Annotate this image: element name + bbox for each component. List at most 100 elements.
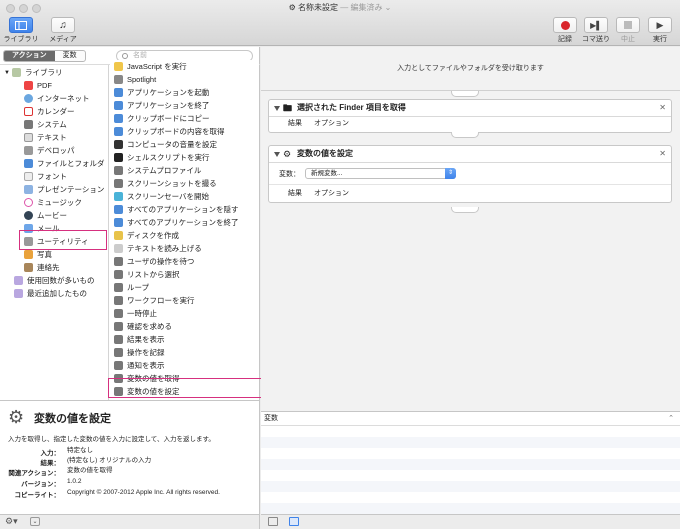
pdf-icon [24, 81, 33, 90]
tab-variables[interactable]: 変数 [55, 51, 85, 61]
library-segmented-control: アクション 変数 [3, 50, 86, 62]
record-icon [560, 20, 570, 30]
category-files-folders[interactable]: ファイルとフォルダ [24, 157, 105, 170]
list-item [261, 437, 680, 448]
action-card-get-finder-items[interactable]: 🖿 選択された Finder 項目を取得 ✕ 結果 オプション [268, 99, 672, 133]
action-item[interactable]: シェルスクリプトを実行 [114, 151, 210, 164]
tools-icon [24, 146, 33, 155]
collapse-triangle-icon[interactable] [274, 152, 280, 157]
action-item[interactable]: 確認を求める [114, 320, 172, 333]
action-icon [114, 270, 123, 279]
prop-input-label: 入力： [40, 450, 61, 457]
category-calendar[interactable]: カレンダー [24, 105, 75, 118]
action-item[interactable]: リストから選択 [114, 268, 180, 281]
contacts-icon [24, 263, 33, 272]
action-item[interactable]: ディスクを作成 [114, 229, 179, 242]
action-item[interactable]: JavaScript を実行 [114, 60, 187, 73]
run-label: 実行 [653, 36, 667, 43]
action-list: JavaScript を実行 Spotlight アプリケーションを起動 アプリケーシ… [110, 60, 259, 400]
finder-icon [24, 159, 33, 168]
library-label: ライブラリ [3, 36, 39, 43]
action-icon [114, 296, 123, 305]
action-item[interactable]: ワークフローを実行 [114, 294, 195, 307]
stop-icon [624, 21, 632, 29]
variable-select[interactable]: 新規変数... ⇕ [305, 168, 456, 179]
options-button[interactable]: オプション [314, 120, 349, 127]
action-item[interactable]: ループ [114, 281, 149, 294]
action-item[interactable]: 操作を記録 [114, 346, 165, 359]
selected-action-highlight [108, 378, 264, 398]
photos-icon [24, 250, 33, 259]
action-icon [114, 114, 123, 123]
close-icon[interactable]: ✕ [659, 100, 666, 116]
action-icon [114, 244, 123, 253]
category-system[interactable]: システム [24, 118, 67, 131]
step-button[interactable]: ▶▌ [584, 17, 608, 33]
category-music[interactable]: ミュージック [24, 196, 82, 209]
action-item[interactable]: ユーザの操作を待つ [114, 255, 194, 268]
description-text: 入力を取得し、指定した変数の値を入力に設定して、入力を返します。 [8, 436, 215, 443]
action-item[interactable]: すべてのアプリケーションを終了 [114, 216, 239, 229]
action-icon [114, 361, 123, 370]
action-item[interactable]: 結果を表示 [114, 333, 165, 346]
close-icon[interactable]: ✕ [659, 146, 666, 162]
action-item[interactable]: すべてのアプリケーションを隠す [114, 203, 239, 216]
play-icon: ▶ [656, 19, 664, 30]
action-item[interactable]: スクリーンショットを撮る [114, 177, 217, 190]
category-library[interactable]: ▼ ライブラリ [4, 66, 62, 79]
action-item[interactable]: Spotlight [114, 73, 156, 86]
description-pane: ⚙ 変数の値を設定 入力を取得し、指定した変数の値を入力に設定して、入力を返しま… [0, 400, 260, 514]
category-internet[interactable]: インターネット [24, 92, 90, 105]
library-button[interactable] [9, 17, 33, 33]
action-item[interactable]: アプリケーションを終了 [114, 99, 209, 112]
category-presentation[interactable]: プレゼンテーション [24, 183, 104, 196]
action-item[interactable]: 通知を表示 [114, 359, 165, 372]
category-most-used[interactable]: 使用回数が多いもの [14, 274, 95, 287]
action-item[interactable]: テキストを読み上げる [114, 242, 202, 255]
action-item[interactable]: スクリーンセーバを開始 [114, 190, 209, 203]
list-item [261, 459, 680, 470]
finder-action-icon: 🖿 [283, 103, 293, 113]
action-item[interactable]: クリップボードの内容を取得 [114, 125, 225, 138]
results-button[interactable]: 結果 [288, 190, 302, 197]
action-item[interactable]: システムプロファイル [114, 164, 201, 177]
collapse-triangle-icon[interactable] [274, 106, 280, 111]
variable-select-value: 新規変数... [311, 170, 343, 177]
action-icon [114, 192, 123, 201]
prop-result-label: 結果： [40, 460, 61, 467]
library-icon [15, 20, 27, 30]
action-item[interactable]: アプリケーションを起動 [114, 86, 209, 99]
action-item[interactable]: コンピュータの音量を設定 [114, 138, 217, 151]
variable-view-icon[interactable] [289, 517, 299, 526]
chevron-up-icon[interactable]: ⌃ [668, 412, 674, 425]
run-button[interactable]: ▶ [648, 17, 672, 33]
tab-actions[interactable]: アクション [4, 51, 55, 61]
movie-icon [24, 211, 33, 220]
category-recently-added[interactable]: 最近追加したもの [14, 287, 87, 300]
category-contacts[interactable]: 連絡先 [24, 261, 60, 274]
category-developer[interactable]: デベロッパ [24, 144, 75, 157]
category-text[interactable]: テキスト [24, 131, 67, 144]
action-item[interactable]: 一時停止 [114, 307, 157, 320]
media-button[interactable]: ♫ [51, 17, 75, 33]
category-fonts[interactable]: フォント [24, 170, 67, 183]
stop-button[interactable] [616, 17, 640, 33]
action-item[interactable]: クリップボードにコピー [114, 112, 210, 125]
options-button[interactable]: オプション [314, 190, 349, 197]
log-view-icon[interactable] [268, 517, 278, 526]
library-folder-icon [11, 68, 21, 77]
gear-menu-icon[interactable]: ⚙▾ [5, 516, 18, 527]
action-icon [114, 179, 123, 188]
record-button[interactable] [553, 17, 577, 33]
action-card-set-variable[interactable]: ⚙ 変数の値を設定 ✕ 変数： 新規変数... ⇕ 結果 オプション [268, 145, 672, 203]
connector-notch [451, 91, 479, 97]
disclosure-triangle-icon: ▼ [4, 69, 10, 76]
toggle-description-icon[interactable]: ⌄ [30, 517, 40, 526]
music-note-icon: ♫ [59, 19, 67, 31]
description-title: 変数の値を設定 [34, 413, 111, 425]
edited-status: — 編集済み ⌄ [340, 3, 392, 12]
category-movies[interactable]: ムービー [24, 209, 67, 222]
search-placeholder: 名前 [133, 52, 147, 59]
results-button[interactable]: 結果 [288, 120, 302, 127]
category-pdf[interactable]: PDF [24, 79, 52, 92]
